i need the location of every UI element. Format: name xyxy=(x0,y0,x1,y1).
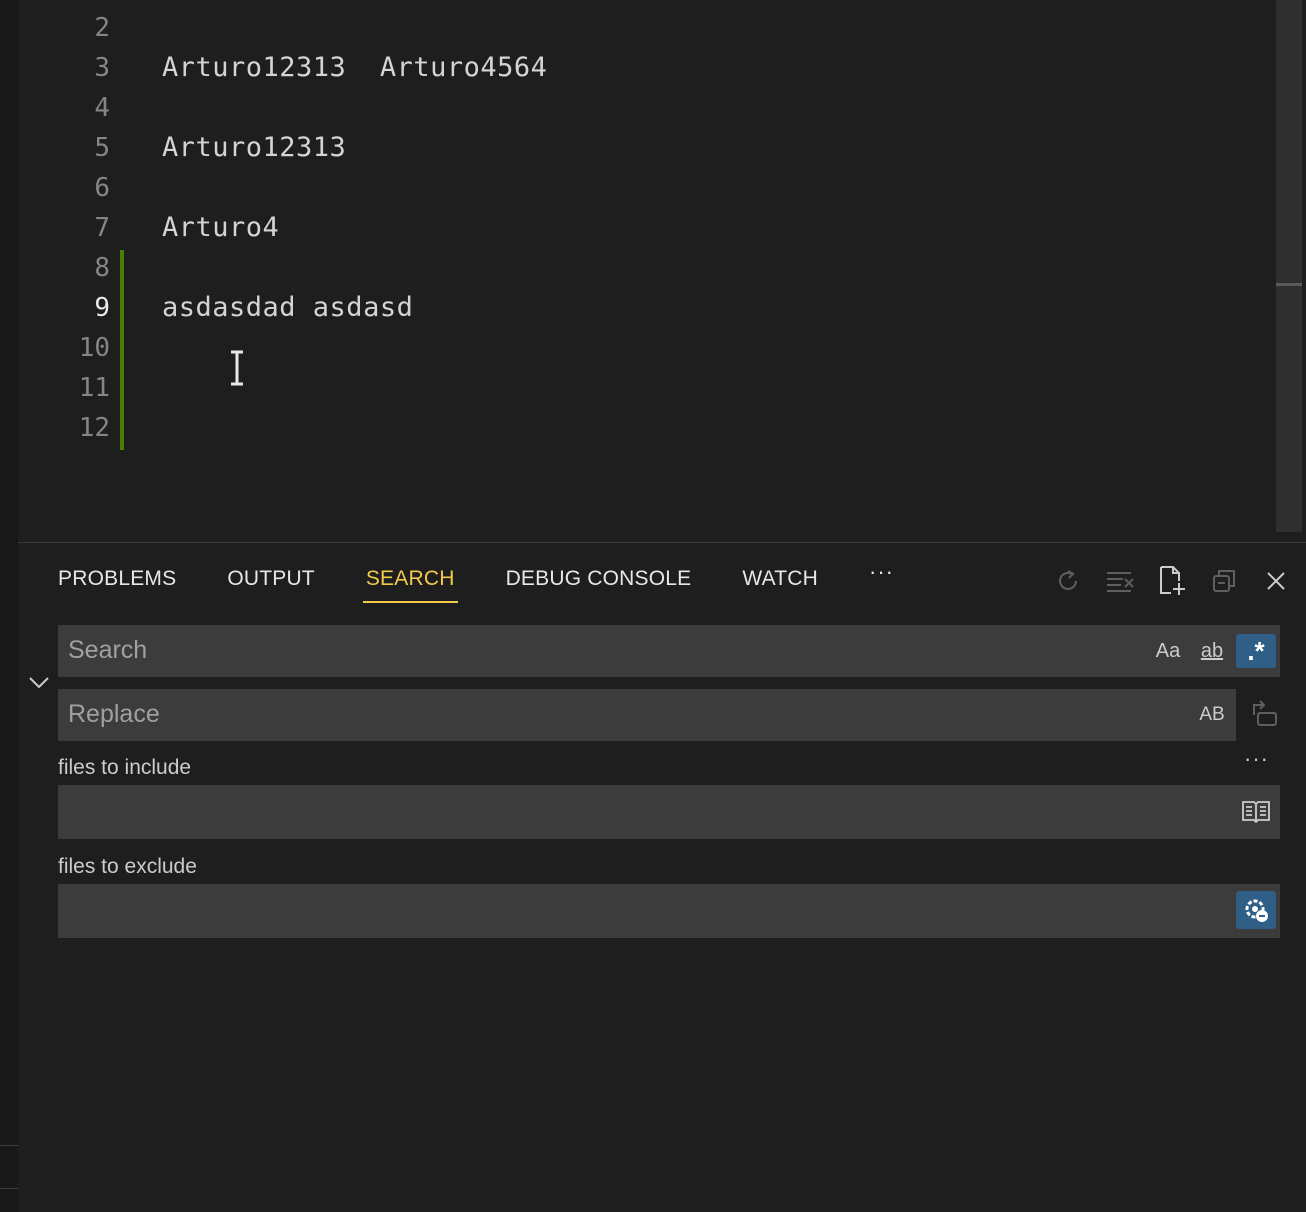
editor-line-active: 9 asdasdad asdasd xyxy=(18,288,1268,328)
line-number: 12 xyxy=(78,413,110,443)
tab-output[interactable]: OUTPUT xyxy=(227,561,318,601)
editor-line: 11 xyxy=(18,368,1268,408)
line-number: 7 xyxy=(94,213,110,243)
replace-placeholder: Replace xyxy=(68,700,160,728)
editor-line: 6 xyxy=(18,168,1268,208)
line-text[interactable]: Arturo12313 Arturo4564 xyxy=(162,48,547,88)
match-case-toggle[interactable]: Aa xyxy=(1152,634,1184,668)
line-number: 5 xyxy=(94,133,110,163)
tab-search[interactable]: SEARCH xyxy=(362,561,458,603)
line-number: 9 xyxy=(94,293,110,323)
editor-line: 2 xyxy=(18,8,1268,48)
line-number: 8 xyxy=(94,253,110,283)
regex-toggle[interactable]: .* xyxy=(1236,634,1276,668)
editor-scrollbar[interactable] xyxy=(1276,0,1302,532)
editor-line: 10 xyxy=(18,328,1268,368)
bottom-panel: PROBLEMS OUTPUT SEARCH DEBUG CONSOLE WAT… xyxy=(18,542,1306,1212)
editor-line: 5 Arturo12313 xyxy=(18,128,1268,168)
files-to-include-label: files to include xyxy=(58,756,192,779)
editor-line: 4 xyxy=(18,88,1268,128)
clear-results-icon[interactable] xyxy=(1104,565,1136,597)
more-options-icon[interactable]: ··· xyxy=(1244,746,1269,772)
line-number: 4 xyxy=(94,93,110,123)
code-editor[interactable]: 2 3 Arturo12313 Arturo4564 4 5 Arturo123… xyxy=(18,0,1306,542)
files-to-include-input[interactable] xyxy=(58,785,1280,839)
line-text[interactable]: Arturo12313 xyxy=(162,128,346,168)
editor-line: 3 Arturo12313 Arturo4564 xyxy=(18,48,1268,88)
tab-watch[interactable]: WATCH xyxy=(742,561,821,601)
line-text[interactable]: asdasdad asdasd xyxy=(162,288,413,328)
text-cursor-icon xyxy=(231,350,243,386)
tab-debug-console[interactable]: DEBUG CONSOLE xyxy=(506,561,695,601)
editor-line: 7 Arturo4 xyxy=(18,208,1268,248)
replace-input[interactable]: Replace AB xyxy=(58,689,1236,741)
editor-line: 12 xyxy=(18,408,1268,448)
panel-actions xyxy=(1052,565,1292,597)
new-search-editor-icon[interactable] xyxy=(1156,565,1188,597)
tab-problems[interactable]: PROBLEMS xyxy=(58,561,179,601)
line-number: 3 xyxy=(94,53,110,83)
chevron-down-icon[interactable] xyxy=(26,669,52,695)
line-number: 6 xyxy=(94,173,110,203)
preserve-case-toggle[interactable]: AB xyxy=(1194,698,1230,732)
scrollbar-cursor-marker xyxy=(1276,283,1302,286)
gear-icon[interactable] xyxy=(1236,891,1276,929)
files-to-exclude-label: files to exclude xyxy=(58,855,197,878)
collapse-all-icon[interactable] xyxy=(1208,565,1240,597)
activity-strip xyxy=(0,0,18,1212)
search-placeholder: Search xyxy=(68,636,148,664)
search-input[interactable]: Search Aa ab .* xyxy=(58,625,1280,677)
files-to-exclude-input[interactable] xyxy=(58,884,1280,938)
close-icon[interactable] xyxy=(1260,565,1292,597)
line-number: 11 xyxy=(78,373,110,403)
line-number: 10 xyxy=(78,333,110,363)
line-number: 2 xyxy=(94,13,110,43)
whole-word-toggle[interactable]: ab xyxy=(1194,634,1230,668)
editor-line: 8 xyxy=(18,248,1268,288)
line-text[interactable]: Arturo4 xyxy=(162,208,279,248)
gutter-modified-indicator xyxy=(120,250,124,450)
more-tabs-icon[interactable]: ··· xyxy=(869,559,894,585)
refresh-icon[interactable] xyxy=(1052,565,1084,597)
panel-tabs: PROBLEMS OUTPUT SEARCH DEBUG CONSOLE WAT… xyxy=(58,559,894,609)
replace-all-icon[interactable] xyxy=(1250,699,1280,729)
book-icon[interactable] xyxy=(1236,794,1276,828)
